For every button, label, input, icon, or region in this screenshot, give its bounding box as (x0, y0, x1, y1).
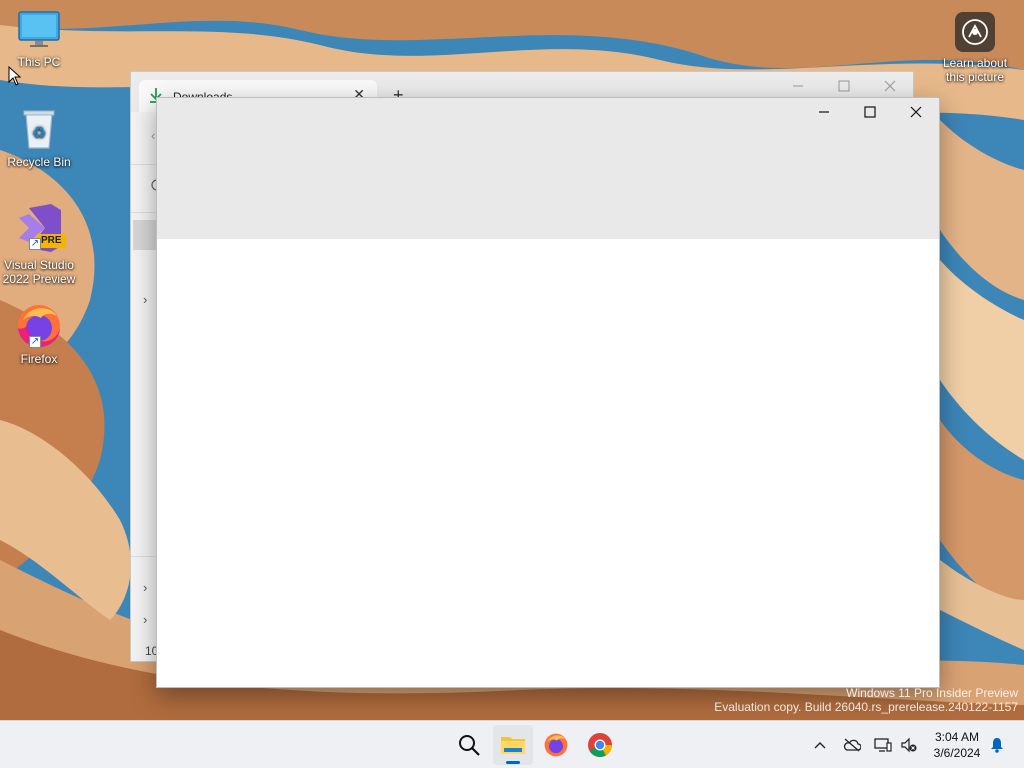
desktop-icon-label: Firefox (20, 352, 58, 366)
chevron-up-icon[interactable] (810, 735, 830, 755)
shortcut-arrow-icon: ↗ (29, 238, 41, 250)
desktop-icon-firefox[interactable]: ↗ Firefox (1, 302, 77, 366)
clock-date: 3/6/2024 (933, 746, 981, 760)
learn-about-picture-label: Learn about this picture (942, 56, 1008, 84)
taskbar-chrome[interactable] (580, 725, 620, 765)
divider (131, 164, 157, 165)
search-button[interactable] (449, 725, 489, 765)
notification-bell-icon[interactable] (987, 735, 1007, 755)
volume-icon[interactable] (899, 735, 919, 755)
minimize-icon (793, 85, 803, 87)
maximize-button[interactable] (847, 98, 893, 126)
desktop-icon-label: Recycle Bin (7, 155, 71, 169)
chevron-right-icon[interactable]: › (143, 612, 147, 627)
visual-studio-icon: PRE ↗ (15, 204, 66, 256)
camera-icon (955, 12, 995, 52)
recycle-bin-icon: ♻ (1, 108, 77, 153)
explorer-window-controls (775, 72, 913, 100)
chevron-right-icon[interactable]: › (143, 292, 147, 307)
file-explorer-icon (501, 737, 525, 754)
svg-text:♻: ♻ (32, 123, 46, 142)
blank-app-window[interactable] (156, 97, 940, 688)
system-clock[interactable]: 3:04 AM 3/6/2024 (926, 729, 988, 761)
preview-badge: PRE (37, 234, 66, 248)
watermark-line-2: Evaluation copy. Build 26040.rs_prerelea… (714, 700, 1018, 714)
shortcut-arrow-icon: ↗ (29, 336, 41, 348)
close-button[interactable] (867, 72, 913, 100)
desktop-icon-visual-studio[interactable]: PRE ↗ Visual Studio 2022 Preview (1, 204, 77, 286)
firefox-icon (544, 733, 568, 757)
onedrive-icon[interactable] (842, 735, 862, 755)
mouse-cursor-icon (8, 65, 22, 91)
firefox-icon: ↗ (15, 302, 63, 350)
window-controls (801, 98, 939, 126)
taskbar: 3:04 AM 3/6/2024 (0, 720, 1024, 768)
desktop-icon-recycle-bin[interactable]: ♻ Recycle Bin (1, 108, 77, 169)
watermark-line-1: Windows 11 Pro Insider Preview (846, 686, 1018, 700)
desktop-icon-label: Visual Studio 2022 Preview (2, 258, 76, 286)
minimize-button[interactable] (801, 98, 847, 126)
evaluation-watermark: Windows 11 Pro Insider Preview Evaluatio… (714, 686, 1018, 714)
desktop-icon-label: This PC (17, 55, 61, 69)
taskbar-firefox[interactable] (536, 725, 576, 765)
active-indicator (506, 761, 520, 764)
clock-time: 3:04 AM (934, 730, 980, 744)
maximize-button[interactable] (821, 72, 867, 100)
taskbar-file-explorer[interactable] (493, 725, 533, 765)
minimize-button[interactable] (775, 72, 821, 100)
nav-selected-item[interactable] (133, 220, 157, 250)
minimize-icon (819, 111, 829, 113)
chrome-icon (588, 733, 612, 758)
close-icon (910, 106, 922, 118)
chevron-right-icon[interactable]: › (143, 580, 147, 595)
back-arrow-icon[interactable]: ‹ (151, 128, 155, 143)
desktop-icon-this-pc[interactable]: This PC (1, 10, 77, 69)
divider (131, 212, 157, 213)
close-button[interactable] (893, 98, 939, 126)
search-icon (459, 735, 480, 756)
close-icon (884, 80, 896, 92)
maximize-icon (838, 80, 850, 92)
divider (131, 556, 157, 557)
explorer-left-strip: ‹ (131, 112, 163, 661)
maximize-icon (864, 106, 876, 118)
network-icon[interactable] (873, 735, 893, 755)
learn-about-picture[interactable]: Learn about this picture (940, 10, 1010, 84)
monitor-icon (1, 10, 77, 53)
